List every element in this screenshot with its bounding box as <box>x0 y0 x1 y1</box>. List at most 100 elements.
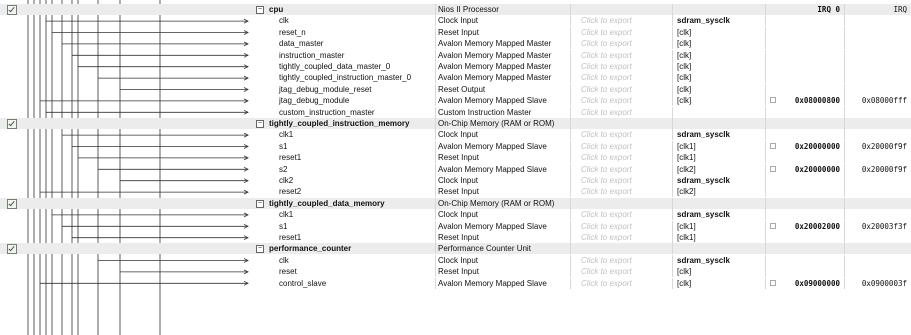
export-cell[interactable] <box>570 4 672 15</box>
clock-cell[interactable]: sdram_sysclk <box>672 175 765 186</box>
component-row[interactable]: − performance_counter Performance Counter … <box>0 243 911 255</box>
base-address-cell[interactable] <box>765 83 844 95</box>
component-name-cell[interactable]: − tightly_coupled_instruction_memory <box>255 118 435 129</box>
export-cell[interactable]: Click to export <box>570 266 672 278</box>
export-cell[interactable] <box>570 197 672 209</box>
component-row[interactable]: − tightly_coupled_instruction_memory On-Ch… <box>0 118 911 129</box>
export-cell[interactable]: Click to export <box>570 83 672 95</box>
base-address-cell[interactable] <box>765 243 844 255</box>
base-address-cell[interactable]: 0x20000000 <box>765 163 844 175</box>
checkbox-checked-icon[interactable] <box>7 244 17 255</box>
clock-cell[interactable]: [clk2] <box>672 186 765 198</box>
clock-cell[interactable] <box>672 118 765 129</box>
clock-cell[interactable]: [clk] <box>672 26 765 38</box>
component-name-cell[interactable]: − performance_counter <box>255 243 435 254</box>
base-address-cell[interactable] <box>765 106 844 118</box>
interface-row[interactable]: control_slave Avalon Memory Mapped Slave C… <box>0 277 911 289</box>
export-cell[interactable]: Click to export <box>570 209 672 221</box>
clock-cell[interactable] <box>672 197 765 209</box>
interface-row[interactable]: clk1 Clock Input Click to export sdram_sysc… <box>0 129 911 141</box>
interface-row[interactable]: jtag_debug_module_reset Reset Output Click… <box>0 83 911 95</box>
interface-row[interactable]: reset2 Reset Input Click to export [clk2] <box>0 186 911 198</box>
interface-row[interactable]: reset Reset Input Click to export [clk] <box>0 266 911 278</box>
clock-cell[interactable]: [clk1] <box>672 152 765 164</box>
export-cell[interactable]: Click to export <box>570 15 672 27</box>
base-address-cell[interactable] <box>765 186 844 198</box>
export-cell[interactable]: Click to export <box>570 95 672 107</box>
component-name-cell[interactable]: − tightly_coupled_data_memory <box>255 198 435 209</box>
interface-row[interactable]: data_master Avalon Memory Mapped Master Cl… <box>0 38 911 50</box>
export-cell[interactable]: Click to export <box>570 254 672 266</box>
interface-row[interactable]: clk Clock Input Click to export sdram_syscl… <box>0 254 911 266</box>
interface-row[interactable]: s1 Avalon Memory Mapped Slave Click to exp… <box>0 220 911 232</box>
component-name-cell[interactable]: − cpu <box>255 4 435 15</box>
base-address-cell[interactable]: 0x20000000 <box>765 140 844 152</box>
clock-cell[interactable]: [clk] <box>672 38 765 50</box>
checkbox-checked-icon[interactable] <box>7 198 17 209</box>
interface-row[interactable]: tightly_coupled_data_master_0 Avalon Memo… <box>0 61 911 72</box>
clock-cell[interactable]: [clk] <box>672 95 765 107</box>
lock-icon[interactable] <box>770 222 776 229</box>
lock-icon[interactable] <box>770 142 776 149</box>
interface-row[interactable]: jtag_debug_module Avalon Memory Mapped Sl… <box>0 95 911 107</box>
clock-cell[interactable]: [clk1] <box>672 220 765 232</box>
base-address-cell[interactable] <box>765 38 844 50</box>
collapse-minus-icon[interactable]: − <box>256 6 264 14</box>
clock-cell[interactable] <box>672 106 765 118</box>
use-cell[interactable] <box>0 243 28 255</box>
interface-row[interactable]: reset_n Reset Input Click to export [clk] <box>0 26 911 38</box>
base-address-cell[interactable]: 0x20002000 <box>765 220 844 232</box>
interface-row[interactable]: custom_instruction_master Custom Instruct… <box>0 106 911 118</box>
interface-row[interactable]: clk2 Clock Input Click to export sdram_sysc… <box>0 175 911 186</box>
interface-row[interactable]: tightly_coupled_instruction_master_0 Aval… <box>0 72 911 84</box>
clock-cell[interactable]: [clk] <box>672 61 765 72</box>
base-address-cell[interactable] <box>765 118 844 129</box>
checkbox-checked-icon[interactable] <box>7 5 17 15</box>
collapse-minus-icon[interactable]: − <box>256 199 264 208</box>
lock-icon[interactable] <box>770 165 776 172</box>
export-cell[interactable]: Click to export <box>570 129 672 141</box>
base-address-cell[interactable] <box>765 266 844 278</box>
base-address-cell[interactable] <box>765 175 844 186</box>
clock-cell[interactable]: [clk1] <box>672 232 765 243</box>
export-cell[interactable]: Click to export <box>570 277 672 289</box>
interface-row[interactable]: reset1 Reset Input Click to export [clk1] <box>0 152 911 164</box>
export-cell[interactable]: Click to export <box>570 152 672 164</box>
interface-row[interactable]: clk1 Clock Input Click to export sdram_sysc… <box>0 209 911 221</box>
clock-cell[interactable]: sdram_sysclk <box>672 129 765 141</box>
export-cell[interactable]: Click to export <box>570 72 672 84</box>
use-cell[interactable] <box>0 198 28 209</box>
base-address-cell[interactable] <box>765 254 844 266</box>
collapse-minus-icon[interactable]: − <box>256 245 264 254</box>
export-cell[interactable] <box>570 118 672 129</box>
base-address-cell[interactable] <box>765 61 844 72</box>
interface-row[interactable]: instruction_master Avalon Memory Mapped M… <box>0 49 911 61</box>
clock-cell[interactable]: [clk] <box>672 72 765 84</box>
checkbox-checked-icon[interactable] <box>7 119 17 129</box>
export-cell[interactable]: Click to export <box>570 26 672 38</box>
base-address-cell[interactable]: 0x08000800 <box>765 95 844 107</box>
export-cell[interactable]: Click to export <box>570 232 672 243</box>
lock-icon[interactable] <box>770 279 776 286</box>
base-address-cell[interactable] <box>765 209 844 221</box>
export-cell[interactable]: Click to export <box>570 106 672 118</box>
clock-cell[interactable]: [clk] <box>672 266 765 278</box>
collapse-minus-icon[interactable]: − <box>256 120 264 128</box>
component-row[interactable]: − cpu Nios II Processor IRQ 0 IRQ <box>0 4 911 15</box>
use-cell[interactable] <box>0 4 28 15</box>
export-cell[interactable]: Click to export <box>570 186 672 198</box>
component-row[interactable]: − tightly_coupled_data_memory On-Chip Memo… <box>0 197 911 209</box>
base-address-cell[interactable] <box>765 26 844 38</box>
base-address-cell[interactable] <box>765 152 844 164</box>
interface-row[interactable]: s2 Avalon Memory Mapped Slave Click to exp… <box>0 163 911 175</box>
base-address-cell[interactable]: IRQ 0 <box>765 4 844 15</box>
clock-cell[interactable]: [clk1] <box>672 140 765 152</box>
clock-cell[interactable]: sdram_sysclk <box>672 209 765 221</box>
clock-cell[interactable]: [clk] <box>672 49 765 61</box>
base-address-cell[interactable] <box>765 15 844 27</box>
clock-cell[interactable]: [clk] <box>672 277 765 289</box>
export-cell[interactable]: Click to export <box>570 61 672 72</box>
clock-cell[interactable]: sdram_sysclk <box>672 254 765 266</box>
export-cell[interactable]: Click to export <box>570 163 672 175</box>
export-cell[interactable]: Click to export <box>570 220 672 232</box>
